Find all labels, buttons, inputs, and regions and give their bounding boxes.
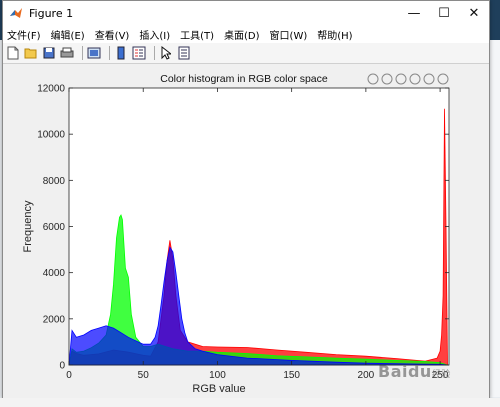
menu-tools[interactable]: 工具(T) (180, 27, 214, 42)
y-axis-label: Frequency (22, 200, 34, 252)
menu-bar: 文件(F) 编辑(E) 查看(V) 插入(I) 工具(T) 桌面(D) 窗口(W… (3, 25, 489, 43)
y-tick-label: 0 (59, 361, 65, 372)
edit-plot-icon[interactable] (159, 46, 173, 60)
background-page-text (0, 398, 500, 407)
x-axis-label: RGB value (192, 383, 245, 395)
chart-title: Color histogram in RGB color space (160, 73, 328, 85)
open-file-icon[interactable] (24, 46, 38, 60)
x-tick-label: 100 (209, 370, 226, 381)
property-inspector-icon[interactable] (177, 46, 191, 60)
insert-legend-icon[interactable] (132, 46, 146, 60)
close-button[interactable]: ✕ (459, 1, 489, 25)
zoom-out-icon[interactable] (423, 73, 435, 85)
y-tick-label: 10000 (37, 130, 65, 141)
background-window-edge (489, 40, 500, 397)
baidu-watermark: Baidu经验 (378, 362, 451, 381)
save-icon[interactable] (42, 46, 56, 60)
menu-insert[interactable]: 插入(I) (139, 27, 170, 42)
menu-help[interactable]: 帮助(H) (317, 27, 352, 42)
y-tick-label: 6000 (43, 222, 66, 233)
maximize-button[interactable]: ☐ (429, 1, 459, 25)
minimize-button[interactable]: — (399, 1, 429, 25)
figure-window: Figure 1 — ☐ ✕ 文件(F) 编辑(E) 查看(V) 插入(I) 工… (2, 0, 490, 399)
menu-window[interactable]: 窗口(W) (270, 27, 308, 42)
link-plot-icon[interactable] (87, 46, 101, 60)
title-bar: Figure 1 — ☐ ✕ (3, 1, 489, 25)
watermark-brand: Baidu (378, 362, 432, 381)
menu-desktop[interactable]: 桌面(D) (224, 27, 260, 42)
y-tick-label: 4000 (43, 268, 66, 279)
new-figure-icon[interactable] (6, 46, 20, 60)
menu-file[interactable]: 文件(F) (7, 27, 41, 42)
toolbar-separator (154, 46, 155, 60)
x-tick-label: 200 (358, 370, 375, 381)
menu-edit[interactable]: 编辑(E) (51, 27, 85, 42)
matlab-icon (10, 8, 22, 18)
y-tick-label: 12000 (37, 84, 65, 95)
zoom-in-icon[interactable] (409, 73, 421, 85)
window-title: Figure 1 (29, 6, 74, 20)
x-tick-label: 0 (66, 370, 72, 381)
y-tick-label: 8000 (43, 176, 66, 187)
menu-view[interactable]: 查看(V) (95, 27, 130, 42)
toolbar-separator (109, 46, 110, 60)
x-tick-label: 150 (283, 370, 300, 381)
insert-colorbar-icon[interactable] (114, 46, 128, 60)
home-icon[interactable] (437, 73, 449, 85)
watermark-sub: 经验 (431, 370, 451, 380)
brush-icon[interactable] (381, 73, 393, 85)
figure-toolbar (3, 43, 489, 64)
figure-canvas: 0 50 100 150 200 250 0 2000 4000 6000 8000 10000 120… (3, 65, 489, 398)
histogram-chart[interactable]: 0 50 100 150 200 2500200040006000800010000120… (3, 65, 489, 398)
print-icon[interactable] (60, 46, 74, 60)
x-tick-label: 50 (138, 370, 150, 381)
pan-icon[interactable] (395, 73, 407, 85)
y-tick-label: 2000 (43, 314, 66, 325)
toolbar-separator (82, 46, 83, 60)
export-icon[interactable] (367, 73, 379, 85)
